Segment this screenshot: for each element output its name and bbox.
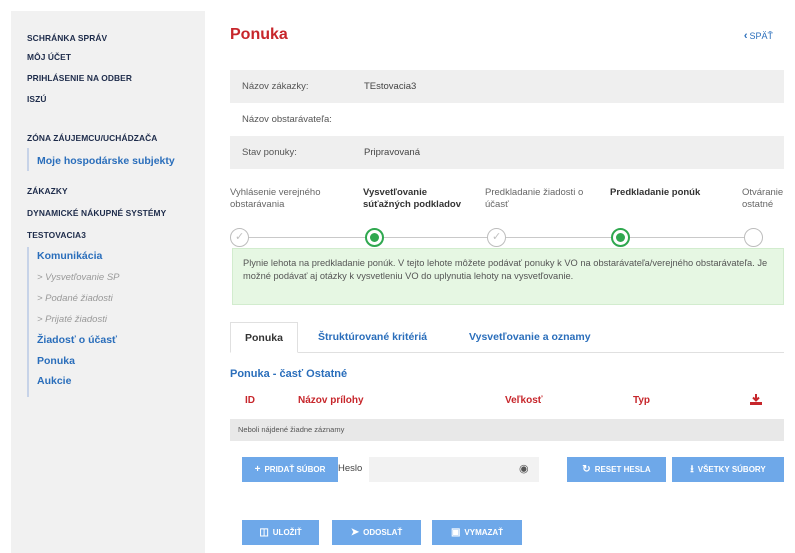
sidebar-link-schranka-sprav[interactable]: SCHRÁNKA SPRÁV <box>27 33 107 43</box>
deadline-notice: Plynie lehota na predkladanie ponúk. V t… <box>232 248 784 305</box>
step-circle-4 <box>611 228 630 247</box>
download-all-icon[interactable] <box>750 394 762 408</box>
download-icon: ⭳ <box>690 464 694 475</box>
info-row-stav: Stav ponuky: Pripravovaná <box>230 136 784 169</box>
sidebar-link-moj-ucet[interactable]: MÔJ ÚČET <box>27 52 71 62</box>
step-label-2: Vysvetľovanie súťažných podkladov <box>363 187 461 210</box>
chevron-left-icon: ‹ <box>743 30 748 42</box>
paper-plane-icon: ➤ <box>350 527 360 538</box>
step-label-3: Predkladanie žiadosti o účasť <box>485 187 584 210</box>
sidebar: SCHRÁNKA SPRÁV MÔJ ÚČET PRIHLÁSENIE NA O… <box>11 11 205 553</box>
table-empty-row: Neboli nájdené žiadne záznamy <box>230 419 784 441</box>
step-label-5: Otváranie ostatné <box>742 187 784 210</box>
sidebar-zone-heading: ZÓNA ZÁUJEMCU/UCHÁDZAČA <box>27 133 158 143</box>
offer-tabs: Ponuka Štruktúrované kritériá Vysvetľova… <box>230 322 784 353</box>
sidebar-item-label: Moje hospodárske subjekty <box>37 155 175 167</box>
column-header-id: ID <box>245 395 255 406</box>
all-files-label: VŠETKY SÚBORY <box>697 465 766 474</box>
step-label-1: Vyhlásenie verejného obstarávania <box>230 187 321 210</box>
sidebar-item-komunikacia[interactable]: Komunikácia <box>37 250 102 262</box>
trash-icon: ▣ <box>450 527 461 538</box>
sidebar-item-ziadost-o-ucast[interactable]: Žiadosť o účasť <box>37 334 117 346</box>
column-header-velkost: Veľkosť <box>505 395 543 406</box>
sidebar-item-podane-ziadosti[interactable]: > Podané žiadosti <box>37 293 113 304</box>
sidebar-item-vysvetlovanie-sp[interactable]: > Vysvetľovanie SP <box>37 272 120 283</box>
add-file-label: PRIDAŤ SÚBOR <box>264 465 326 474</box>
add-file-button[interactable]: + PRIDAŤ SÚBOR <box>242 457 338 482</box>
info-row-obstaravatel: Názov obstarávateľa: <box>230 103 784 136</box>
delete-label: VYMAZAŤ <box>464 528 504 537</box>
step-circle-1 <box>230 228 249 247</box>
sidebar-link-zakazky[interactable]: ZÁKAZKY <box>27 186 68 196</box>
column-header-nazov-prilohy: Názov prílohy <box>298 395 364 406</box>
reset-password-label: RESET HESLA <box>594 465 651 474</box>
sidebar-link-iszu[interactable]: ISZÚ <box>27 94 46 104</box>
floppy-icon: ◫ <box>259 527 269 538</box>
refresh-icon: ↻ <box>582 464 591 475</box>
all-files-button[interactable]: ⭳ VŠETKY SÚBORY <box>672 457 784 482</box>
info-value: TEstovacia3 <box>364 81 417 92</box>
back-label: SPÄŤ <box>749 31 773 41</box>
page-title: Ponuka <box>230 26 288 43</box>
tab-vysvetlovanie-a-oznamy[interactable]: Vysvetľovanie a oznamy <box>469 322 591 353</box>
sidebar-item-prijate-ziadosti[interactable]: > Prijaté žiadosti <box>37 314 107 325</box>
save-button[interactable]: ◫ ULOŽIŤ <box>242 520 319 545</box>
step-label-4: Predkladanie ponúk <box>610 187 701 198</box>
info-label: Stav ponuky: <box>242 147 297 158</box>
main-content: Ponuka ‹ SPÄŤ Názov zákazky: TEstovacia3 … <box>205 11 795 553</box>
info-value-blank <box>364 111 450 128</box>
sidebar-item-moje-hospodarske-subjekty[interactable]: Moje hospodárske subjekty <box>27 148 195 171</box>
step-circle-5 <box>744 228 763 247</box>
sidebar-link-testovacia3[interactable]: TESTOVACIA3 <box>27 230 86 240</box>
info-label: Názov obstarávateľa: <box>242 114 332 125</box>
send-label: ODOSLAŤ <box>363 528 403 537</box>
section-title: Ponuka - časť Ostatné <box>230 368 348 380</box>
column-header-typ: Typ <box>633 395 651 406</box>
reset-password-button[interactable]: ↻ RESET HESLA <box>567 457 666 482</box>
delete-button[interactable]: ▣ VYMAZAŤ <box>432 520 522 545</box>
info-row-zakazka: Názov zákazky: TEstovacia3 <box>230 70 784 103</box>
eye-icon[interactable]: ◉ <box>519 462 529 475</box>
step-circle-3 <box>487 228 506 247</box>
step-circle-2 <box>365 228 384 247</box>
tab-ponuka[interactable]: Ponuka <box>230 322 298 353</box>
plus-icon: + <box>254 464 261 475</box>
info-label: Názov zákazky: <box>242 81 309 92</box>
save-label: ULOŽIŤ <box>272 528 302 537</box>
info-value: Pripravovaná <box>364 147 420 158</box>
sidebar-item-ponuka[interactable]: Ponuka <box>37 355 75 367</box>
sidebar-link-prihlasenie-na-odber[interactable]: PRIHLÁSENIE NA ODBER <box>27 73 132 83</box>
send-button[interactable]: ➤ ODOSLAŤ <box>332 520 421 545</box>
back-link[interactable]: ‹ SPÄŤ <box>744 30 773 42</box>
offer-info-table: Názov zákazky: TEstovacia3 Názov obstará… <box>230 70 784 169</box>
tab-strukturovane-kriteria[interactable]: Štruktúrované kritériá <box>318 322 427 353</box>
app-frame: SCHRÁNKA SPRÁV MÔJ ÚČET PRIHLÁSENIE NA O… <box>11 11 795 553</box>
password-input[interactable] <box>369 457 539 482</box>
sidebar-item-aukcie[interactable]: Aukcie <box>37 375 71 387</box>
sidebar-subnav: Komunikácia > Vysvetľovanie SP > Podané … <box>27 247 120 397</box>
password-label: Heslo <box>338 463 363 474</box>
sidebar-link-dynamicke-nakupne-systemy[interactable]: DYNAMICKÉ NÁKUPNÉ SYSTÉMY <box>27 208 166 218</box>
